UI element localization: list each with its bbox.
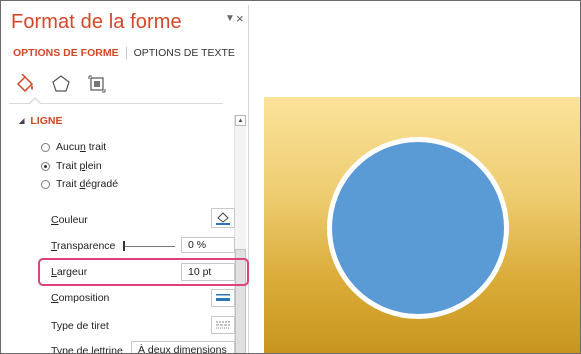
app-window: Format de la forme ▼ × OPTIONS DE FORME … bbox=[0, 0, 581, 354]
transparence-value: 0 % bbox=[188, 239, 207, 251]
tab-separator bbox=[125, 47, 127, 59]
radio-aucun-trait[interactable]: Aucun trait bbox=[41, 141, 106, 153]
compound-lines-icon bbox=[216, 294, 230, 301]
format-shape-pane: Format de la forme ▼ × OPTIONS DE FORME … bbox=[5, 5, 249, 354]
transparence-slider-thumb[interactable] bbox=[123, 241, 125, 251]
section-ligne-label: LIGNE bbox=[30, 115, 63, 127]
fill-line-icon[interactable] bbox=[13, 73, 37, 95]
pane-options-dropdown-icon[interactable]: ▼ bbox=[225, 13, 235, 24]
radio-trait-plein[interactable]: Trait plein bbox=[41, 160, 102, 172]
radio-button[interactable] bbox=[41, 142, 50, 152]
radio-button-selected[interactable] bbox=[41, 161, 50, 171]
tab-options-de-texte[interactable]: OPTIONS DE TEXTE bbox=[134, 47, 235, 59]
pane-close-icon[interactable]: × bbox=[236, 11, 244, 26]
category-icons bbox=[13, 73, 109, 95]
pane-scrollbar[interactable]: ▲ bbox=[234, 115, 246, 353]
radio-trait-degrade-label: Trait dégradé bbox=[56, 178, 119, 190]
composition-label: Composition bbox=[51, 292, 110, 304]
cap-type-value: À deux dimensions bbox=[138, 344, 227, 354]
couleur-label: Couleur bbox=[51, 214, 88, 226]
type-de-lettrine-label: Type de lettrine bbox=[51, 345, 123, 354]
transparence-input[interactable]: 0 % bbox=[181, 237, 235, 253]
section-ligne-header[interactable]: ◢ LIGNE bbox=[19, 115, 62, 127]
icons-divider bbox=[9, 103, 223, 104]
cap-type-select[interactable]: À deux dimensions bbox=[131, 341, 235, 354]
paint-bucket-icon bbox=[216, 212, 230, 225]
radio-button[interactable] bbox=[41, 179, 50, 189]
tab-options-de-forme[interactable]: OPTIONS DE FORME bbox=[13, 47, 119, 59]
dash-lines-icon bbox=[216, 321, 230, 329]
scroll-up-arrow-icon[interactable]: ▲ bbox=[235, 115, 246, 126]
type-de-tiret-label: Type de tiret bbox=[51, 320, 109, 332]
transparence-label: Transparence bbox=[51, 240, 116, 252]
radio-aucun-trait-label: Aucun trait bbox=[56, 141, 107, 153]
effects-pentagon-icon[interactable] bbox=[49, 73, 73, 95]
pane-tabs: OPTIONS DE FORME OPTIONS DE TEXTE bbox=[13, 45, 235, 61]
composition-button[interactable] bbox=[211, 289, 235, 307]
collapse-triangle-icon: ◢ bbox=[19, 118, 25, 125]
pane-title: Format de la forme bbox=[11, 11, 182, 33]
selected-category-caret-inner bbox=[30, 99, 40, 104]
line-color-button[interactable] bbox=[211, 208, 235, 228]
radio-trait-plein-label: Trait plein bbox=[56, 160, 102, 172]
dash-type-button[interactable] bbox=[211, 316, 235, 334]
radio-trait-degrade[interactable]: Trait dégradé bbox=[41, 178, 118, 190]
largeur-highlight-box bbox=[38, 258, 249, 286]
selected-circle-shape[interactable] bbox=[327, 137, 509, 319]
size-properties-icon[interactable] bbox=[85, 73, 109, 95]
transparence-slider-track[interactable] bbox=[123, 246, 175, 247]
